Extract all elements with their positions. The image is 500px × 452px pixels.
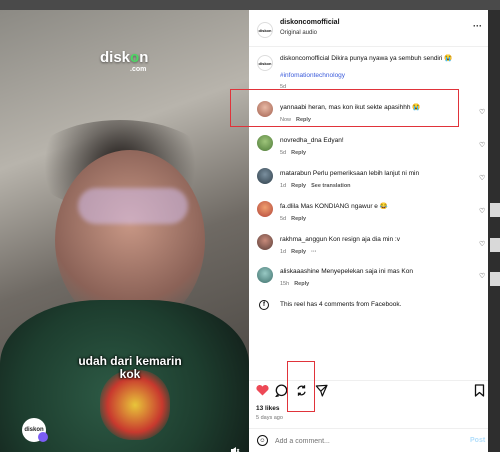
facebook-icon: f [259,300,269,310]
comment-username[interactable]: fa.dlila [280,203,299,210]
reel-video[interactable]: diskon .com udah dari kemarin kok diskon [0,10,249,452]
comment-text: rakhma_anggun Kon resign aja dia min :v [280,236,400,244]
adjacent-post-peek [490,203,500,217]
comment-time: 1d [280,183,287,189]
comment-meta: 5d Reply [280,216,306,222]
comment-meta: 15h Reply [280,281,309,287]
comment-meta: 5d Reply [280,150,306,156]
caption-body: Dikira punya nyawa ya sembuh sendiri 😭 [331,55,453,62]
caption-username[interactable]: diskoncomofficial [280,55,329,62]
comment-time: 1d [280,249,287,255]
audio-label[interactable]: Original audio [280,30,317,36]
action-bar [249,380,488,404]
comment-body: Mas KONDIANG ngawur e 😂 [300,203,388,210]
reply-link[interactable]: Reply [294,281,309,287]
highlight-box-comment [230,89,459,127]
post-detail-panel: diskon diskoncomofficial Original audio … [249,10,488,452]
heart-outline-icon[interactable]: ♡ [479,207,485,215]
adjacent-post-peek [490,238,500,252]
heart-outline-icon[interactable]: ♡ [479,108,485,116]
reply-link[interactable]: Reply [291,183,306,189]
comment-meta: 1d Reply See translation [280,183,351,189]
comment-time: 5d [280,150,287,156]
share-icon[interactable] [315,384,328,400]
avatar[interactable] [257,135,273,151]
verified-badge-icon [38,432,48,442]
comment-body: Edyan! [323,137,344,144]
more-horizontal-icon[interactable]: ··· [473,21,482,31]
avatar[interactable] [257,168,273,184]
video-subtitle: udah dari kemarin kok [20,355,240,381]
comment-body: Perlu pemeriksaan lebih lanjut ni min [312,170,420,177]
brand-watermark-domain: .com [130,66,147,73]
heart-outline-icon[interactable]: ♡ [479,141,485,149]
comment-body: Menyepelekan saja ini mas Kon [321,268,413,275]
heart-filled-icon[interactable] [256,384,269,399]
comment-text: matarabun Perlu pemeriksaan lebih lanjut… [280,170,419,178]
brand-watermark: diskon [100,49,149,66]
heart-outline-icon[interactable]: ♡ [479,240,485,248]
post-header: diskon diskoncomofficial Original audio … [249,10,488,47]
comment-meta: 1d Reply ··· [280,249,317,255]
avatar[interactable] [257,201,273,217]
reply-link[interactable]: Reply [291,216,306,222]
comment-text: fa.dlila Mas KONDIANG ngawur e 😂 [280,203,388,211]
post-age: 5 days ago [256,415,283,421]
see-translation-link[interactable]: See translation [311,183,350,189]
heart-outline-icon[interactable]: ♡ [479,174,485,182]
reply-link[interactable]: Reply [291,249,306,255]
comment-options-icon[interactable]: ··· [311,249,317,255]
comment-body: Kon resign aja dia min :v [328,236,400,243]
bookmark-icon[interactable] [474,384,485,400]
comment-text: novredha_dna Edyan! [280,137,344,145]
comment-time: 5d [280,216,287,222]
comment-input[interactable] [275,434,455,448]
reply-link[interactable]: Reply [291,150,306,156]
hashtag-link[interactable]: #infomationtechnology [280,72,345,80]
add-comment-bar: ☺ Post [249,428,488,452]
heart-outline-icon[interactable]: ♡ [479,272,485,280]
likes-count[interactable]: 13 likes [256,405,280,412]
comment-text: aliskaaashine Menyepelekan saja ini mas … [280,268,413,276]
post-author-username[interactable]: diskoncomofficial [280,19,340,26]
facebook-comments-note[interactable]: This reel has 4 comments from Facebook. [280,301,401,309]
avatar[interactable] [257,267,273,283]
backdrop-right [488,10,500,452]
avatar[interactable]: diskon [257,22,273,38]
emoji-icon[interactable]: ☺ [257,435,268,446]
caption-text: diskoncomofficial Dikira punya nyawa ya … [280,55,452,63]
comment-username[interactable]: novredha_dna [280,137,322,144]
comment-username[interactable]: aliskaaashine [280,268,319,275]
post-button[interactable]: Post [470,437,485,444]
backdrop-top [0,0,500,10]
avatar[interactable]: diskon [257,55,273,71]
highlight-box-repost [287,361,315,412]
mute-speaker-icon[interactable] [230,446,240,452]
video-subtitle-line: kok [119,367,141,381]
avatar[interactable] [257,234,273,250]
video-frame-glasses [78,188,188,224]
comment-username[interactable]: matarabun [280,170,311,177]
comment-time: 15h [280,281,290,287]
adjacent-post-peek [490,272,500,286]
comment-username[interactable]: rakhma_anggun [280,236,327,243]
